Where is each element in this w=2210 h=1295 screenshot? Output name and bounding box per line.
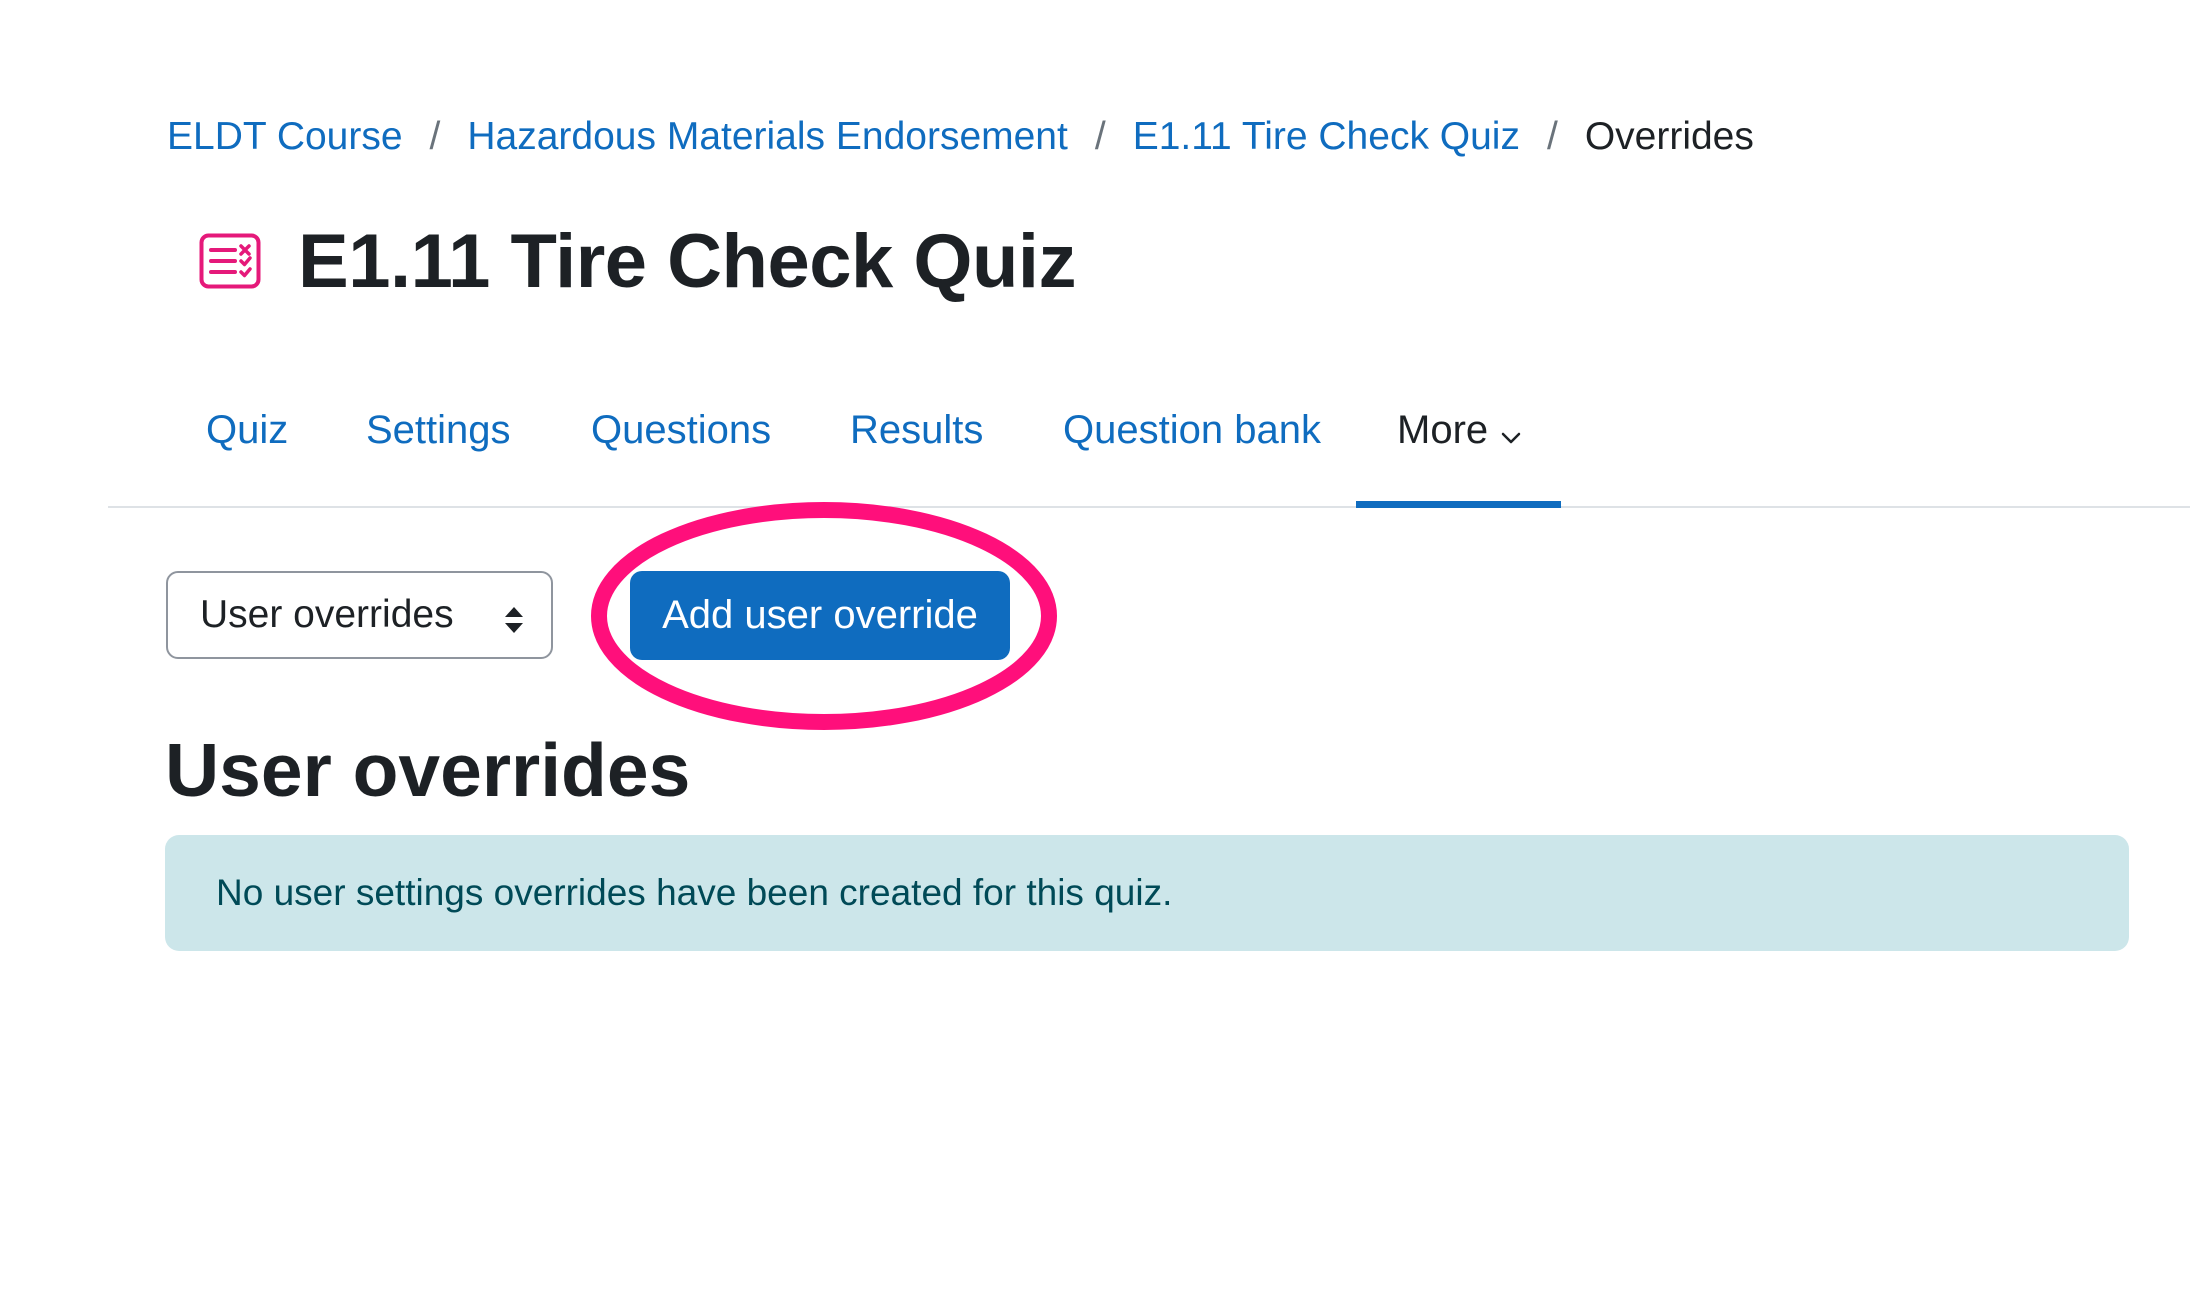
section-heading: User overrides	[165, 728, 691, 812]
quiz-checklist-icon	[197, 231, 263, 291]
breadcrumb-link-course[interactable]: ELDT Course	[167, 112, 403, 162]
overrides-type-select-value: User overrides	[200, 593, 454, 636]
chevron-down-icon	[1500, 382, 1522, 482]
info-alert: No user settings overrides have been cre…	[165, 835, 2129, 951]
overrides-type-select[interactable]: User overrides	[166, 571, 553, 659]
page-title: E1.11 Tire Check Quiz	[298, 218, 1077, 304]
active-tab-indicator	[1356, 501, 1561, 508]
tab-questions[interactable]: Questions	[591, 380, 771, 506]
tab-settings[interactable]: Settings	[366, 380, 511, 506]
breadcrumb-separator: /	[1546, 115, 1558, 158]
breadcrumb-separator: /	[429, 115, 441, 158]
tab-quiz[interactable]: Quiz	[206, 380, 288, 506]
sort-arrows-icon	[503, 601, 525, 645]
breadcrumb-link-section[interactable]: Hazardous Materials Endorsement	[467, 112, 1067, 162]
breadcrumb-link-quiz[interactable]: E1.11 Tire Check Quiz	[1133, 112, 1520, 162]
tab-results[interactable]: Results	[850, 380, 983, 506]
breadcrumb-separator: /	[1094, 115, 1106, 158]
tab-more[interactable]: More	[1397, 380, 1522, 480]
empty-state-message: No user settings overrides have been cre…	[216, 872, 1173, 913]
breadcrumb-current: Overrides	[1584, 115, 1754, 158]
page-header: E1.11 Tire Check Quiz	[197, 210, 1077, 312]
breadcrumb: ELDT Course / Hazardous Materials Endors…	[167, 112, 1754, 162]
add-user-override-button[interactable]: Add user override	[630, 571, 1010, 660]
tab-more-label: More	[1397, 408, 1489, 452]
tab-question-bank[interactable]: Question bank	[1063, 380, 1321, 506]
secondary-navigation: Quiz Settings Questions Results Question…	[108, 380, 2190, 508]
